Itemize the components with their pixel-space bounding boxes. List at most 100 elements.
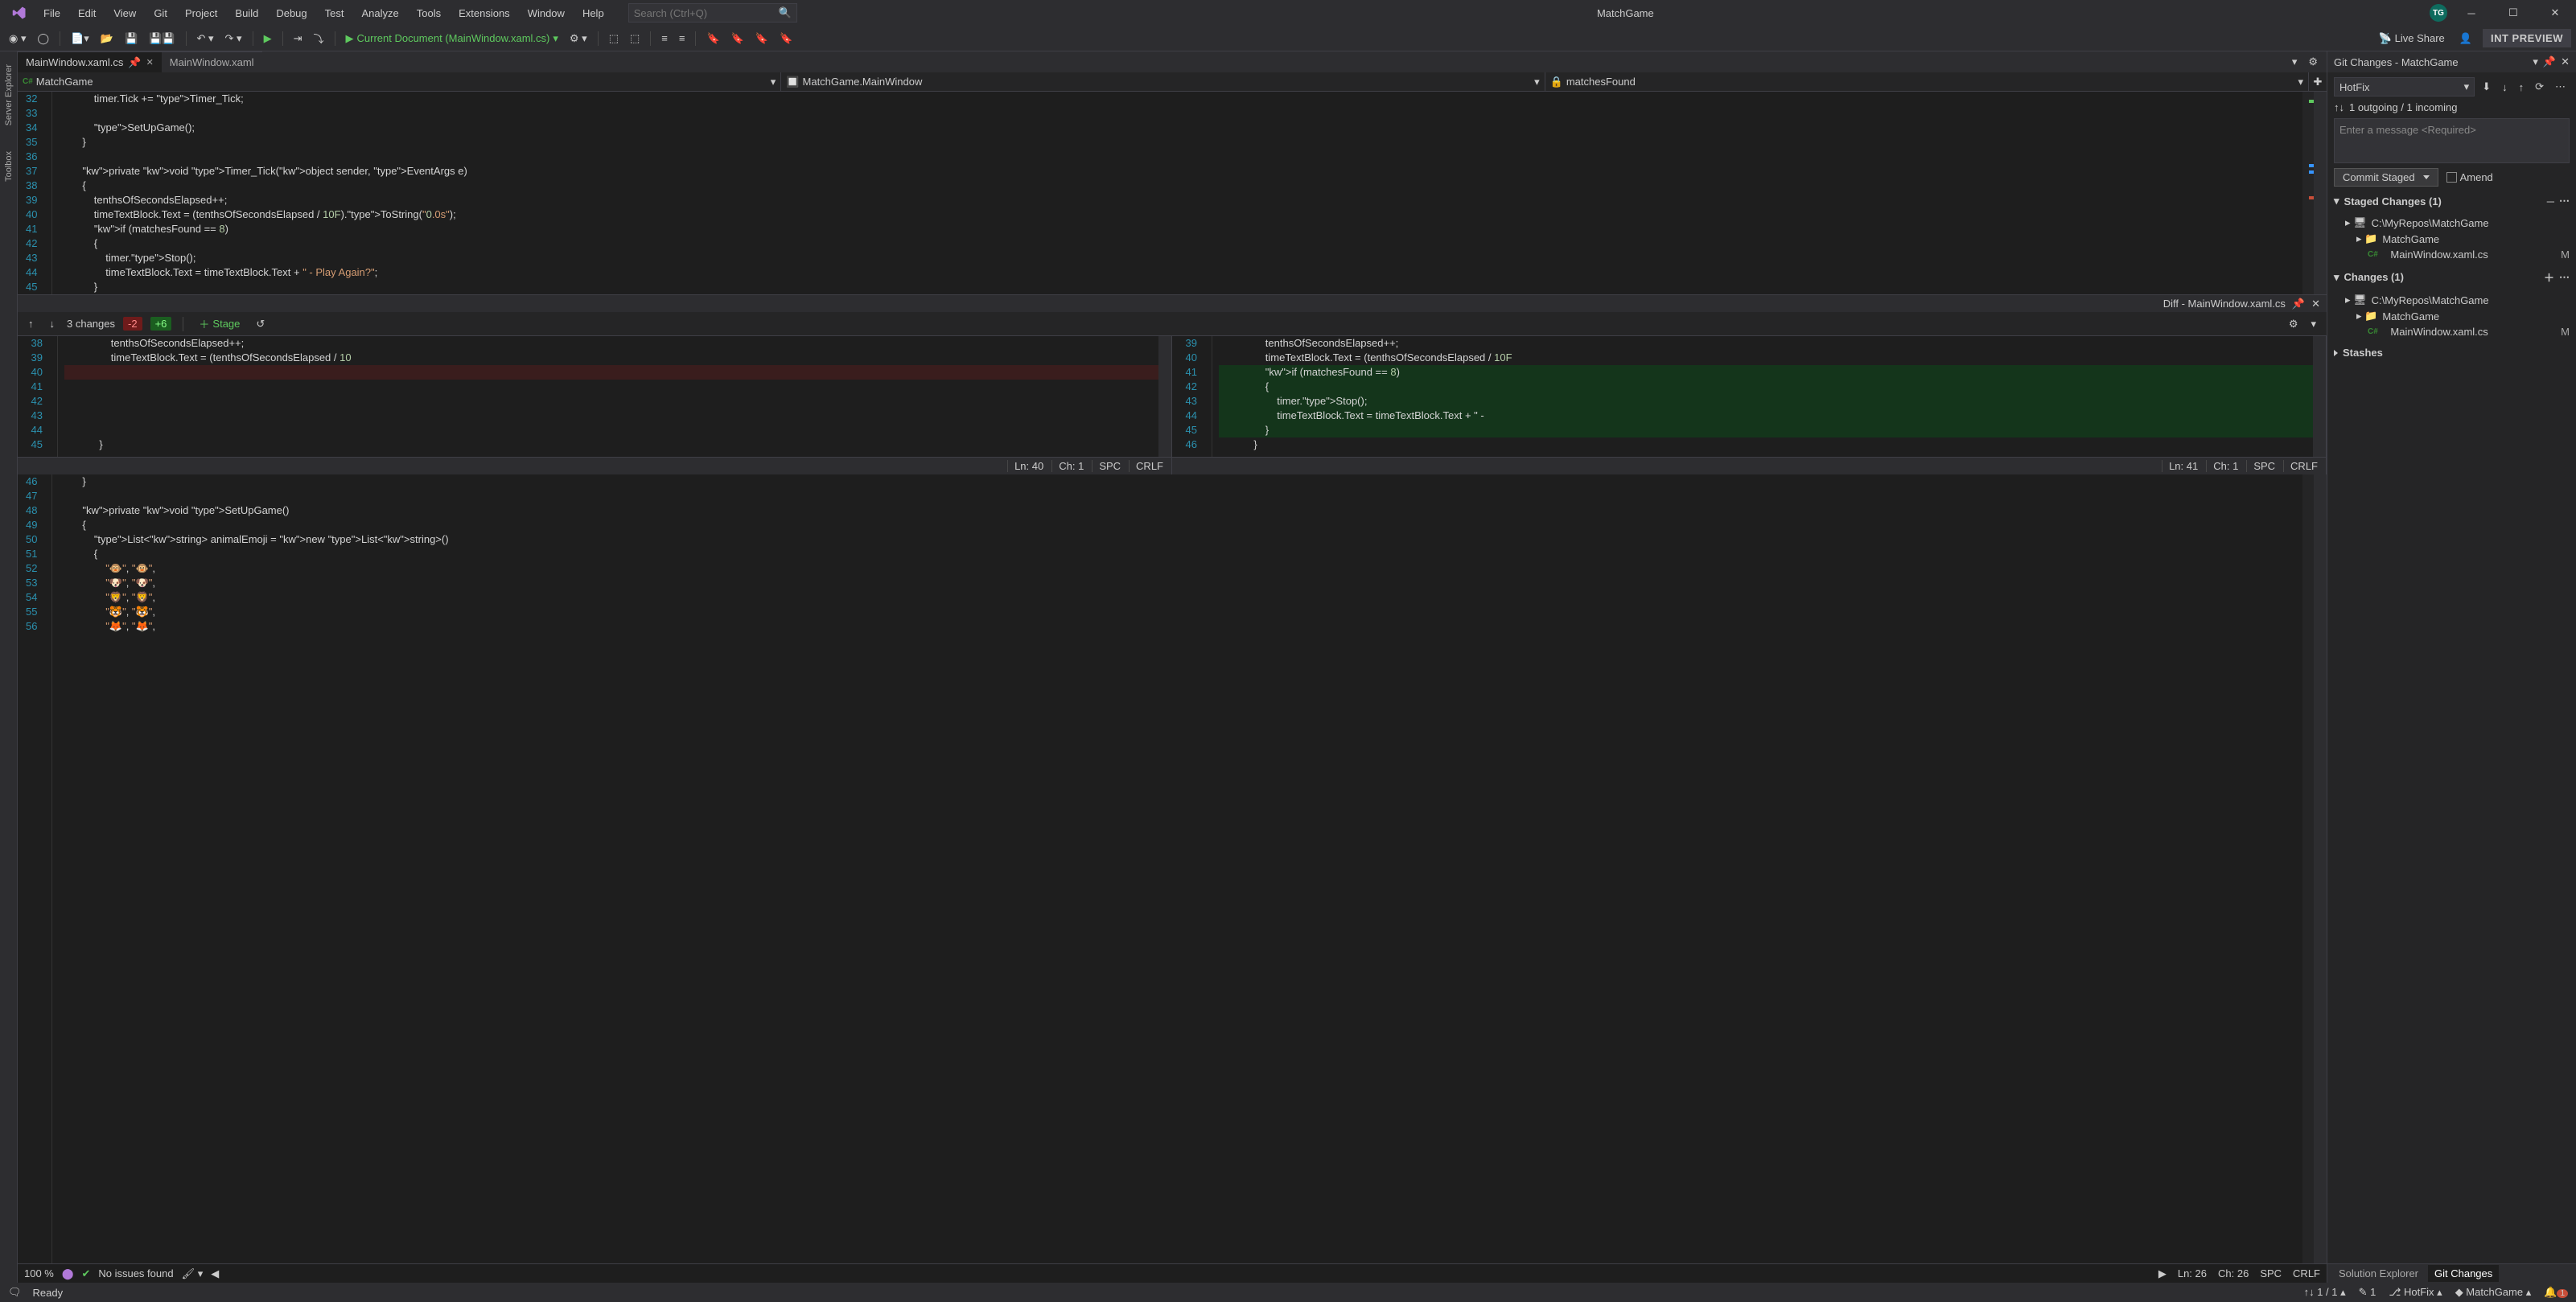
menu-help[interactable]: Help [574,4,612,23]
push-icon[interactable]: ↑ [2515,79,2529,96]
global-search[interactable]: 🔍 [628,3,797,23]
sidetab-toolbox[interactable]: Toolbox [2,146,15,187]
stage-all-icon[interactable]: ＋ [2544,269,2554,285]
menu-analyze[interactable]: Analyze [353,4,406,23]
code-editor-upper[interactable]: 3233343536373839404142434445 timer.Tick … [18,92,2327,294]
new-project-button[interactable]: 📄▾ [67,30,93,47]
amend-checkbox[interactable]: Amend [2446,171,2493,183]
git-pin-icon[interactable]: 📌 [2543,55,2556,68]
menu-debug[interactable]: Debug [268,4,315,23]
menu-extensions[interactable]: Extensions [451,4,518,23]
changes-section-header[interactable]: ▾ Changes (1) ＋ ⋯ [2334,266,2570,288]
zoom-label[interactable]: 100 % [24,1267,54,1279]
menu-project[interactable]: Project [177,4,225,23]
member-selector[interactable]: 🔒 matchesFound▾ [1545,72,2309,91]
diff-more-icon[interactable]: ▾ [2306,315,2320,333]
menu-build[interactable]: Build [227,4,266,23]
tree-file-changes[interactable]: C# MainWindow.xaml.csM [2345,325,2570,339]
tab-close-icon[interactable]: ✕ [146,57,154,68]
save-button[interactable]: 💾 [121,30,142,47]
back-button[interactable]: ◉ ▾ [5,30,30,47]
stashes-section-header[interactable]: Stashes [2334,343,2570,362]
split-button[interactable]: ✚ [2309,72,2327,91]
menu-view[interactable]: View [105,4,144,23]
menu-edit[interactable]: Edit [70,4,104,23]
revert-button[interactable]: ↺ [252,315,269,333]
next-issue-icon[interactable]: ▶ [2158,1267,2167,1280]
output-icon[interactable]: 🗨 [8,1286,22,1299]
save-all-button[interactable]: 💾💾 [145,30,179,47]
run-button[interactable]: ▶ Current Document (MainWindow.xaml.cs) … [342,30,562,47]
commit-message-input[interactable]: Enter a message <Required> [2334,118,2570,163]
staged-section-header[interactable]: ▾ Staged Changes (1) ─ ⋯ [2334,191,2570,211]
sync-status[interactable]: ↑↓ 1 outgoing / 1 incoming [2334,101,2570,113]
code-editor-lower[interactable]: 4647484950515253545556 } "kw">private "k… [18,474,2327,1263]
repo-status[interactable]: ◆ MatchGame ▴ [2455,1286,2532,1299]
tool-icon[interactable]: ⬚ [605,30,623,47]
bookmark-prev-icon[interactable]: 🔖 [727,30,748,47]
git-dropdown-icon[interactable]: ▾ [2533,55,2538,68]
diff-prev-button[interactable]: ↑ [24,315,38,332]
git-more-icon[interactable]: ⋯ [2551,78,2570,96]
indent-icon[interactable]: ≡ [657,30,672,47]
branch-selector[interactable]: HotFix▾ [2334,77,2475,97]
sync-icon[interactable]: ⟳ [2531,78,2548,96]
menu-git[interactable]: Git [146,4,175,23]
prev-issue-icon[interactable]: ◀ [211,1267,219,1280]
file-tab[interactable]: MainWindow.xaml.cs 📌 ✕ [18,51,162,72]
namespace-selector[interactable]: C#MatchGame▾ [18,72,781,91]
commit-button[interactable]: Commit Staged [2334,168,2438,187]
notifications-icon[interactable]: 🔔1 [2544,1286,2568,1299]
forward-button[interactable]: ◯ [33,30,53,47]
redo-button[interactable]: ↷ ▾ [221,30,246,47]
bookmark-clear-icon[interactable]: 🔖 [776,30,796,47]
sidetab-server-explorer[interactable]: Server Explorer [2,60,15,130]
unstage-icon[interactable]: ─ [2547,195,2554,207]
class-selector[interactable]: 🔲 MatchGame.MainWindow▾ [781,72,1545,91]
brush-icon[interactable]: 🖌 ▾ [182,1267,204,1280]
tree-file-staged[interactable]: C# MainWindow.xaml.csM [2345,248,2570,261]
pull-icon[interactable]: ↓ [2498,79,2512,96]
maximize-button[interactable]: ☐ [2496,1,2531,25]
step-button[interactable]: ⇥ [290,30,307,47]
undo-button[interactable]: ↶ ▾ [193,30,218,47]
user-avatar[interactable]: TG [2430,4,2447,22]
scrollbar-upper[interactable] [2314,92,2327,294]
tab-list-button[interactable]: ▾ [2288,53,2302,71]
bookmark-next-icon[interactable]: 🔖 [751,30,772,47]
tab-settings-icon[interactable]: ⚙ [2304,53,2322,71]
fetch-icon[interactable]: ⬇ [2478,78,2495,96]
diff-pin-icon[interactable]: 📌 [2292,298,2305,310]
scrollbar-lower[interactable] [2314,474,2327,1263]
tab-pin-icon[interactable]: 📌 [128,56,141,69]
menu-window[interactable]: Window [520,4,573,23]
tree-repo[interactable]: ▸ 🖥 C:\MyRepos\MatchGame [2345,216,2570,230]
tool2-icon[interactable]: ⬚ [626,30,644,47]
panel-tab-solution-explorer[interactable]: Solution Explorer [2332,1265,2425,1282]
tree-proj[interactable]: ▸ 📁 MatchGame [2345,232,2570,246]
close-button[interactable]: ✕ [2537,1,2573,25]
changes-more-icon[interactable]: ⋯ [2559,271,2570,284]
git-close-icon[interactable]: ✕ [2561,55,2570,68]
search-input[interactable] [634,7,779,19]
bookmark-icon[interactable]: 🔖 [702,30,723,47]
scrollbar-diff-left[interactable] [1158,336,1171,457]
config-button[interactable]: ⚙ ▾ [566,30,591,47]
diff-close-icon[interactable]: ✕ [2311,298,2320,310]
outdent-icon[interactable]: ≡ [675,30,689,47]
diff-left-pane[interactable]: 3839404142434445 tenthsOfSecondsElapsed+… [18,336,1172,457]
minimap-lower[interactable] [2302,474,2314,1263]
feedback-icon[interactable]: 👤 [2455,30,2476,47]
pencil-status[interactable]: ✎ 1 [2359,1286,2376,1299]
diff-next-button[interactable]: ↓ [46,315,60,332]
sync-status-bar[interactable]: ↑↓ 1 / 1 ▴ [2304,1286,2346,1299]
live-share-button[interactable]: 📡 Live Share [2374,30,2448,47]
start-button[interactable]: ▶ [260,30,276,47]
tree-proj-2[interactable]: ▸ 📁 MatchGame [2345,309,2570,323]
menu-tools[interactable]: Tools [409,4,449,23]
file-tab[interactable]: MainWindow.xaml [162,51,262,72]
staged-more-icon[interactable]: ⋯ [2559,195,2570,207]
scrollbar-diff-right[interactable] [2313,336,2326,457]
minimap-upper[interactable] [2302,92,2314,294]
stage-button[interactable]: ＋ Stage [195,314,244,334]
